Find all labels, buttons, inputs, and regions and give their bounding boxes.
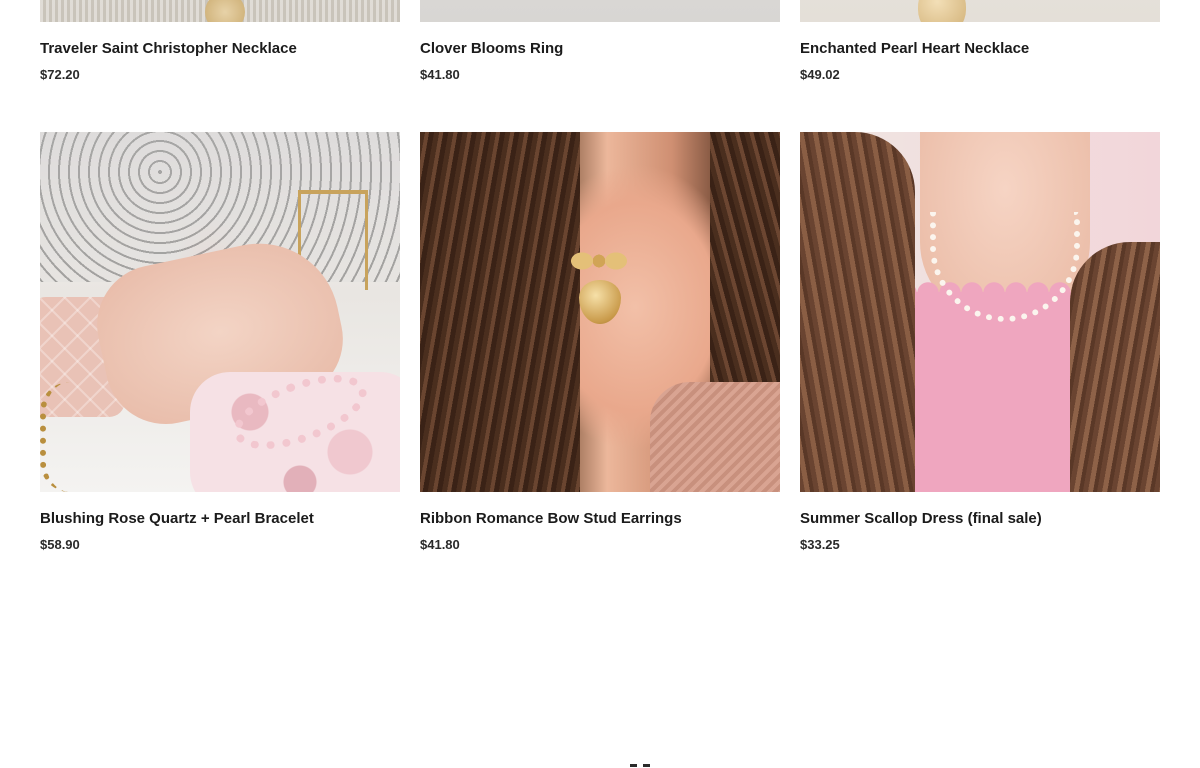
product-title[interactable]: Traveler Saint Christopher Necklace xyxy=(40,40,400,58)
model-sweater xyxy=(650,382,780,492)
product-image[interactable] xyxy=(420,132,780,492)
pagination-dot[interactable] xyxy=(630,764,637,767)
heart-pendant xyxy=(918,0,966,22)
product-image[interactable] xyxy=(40,0,400,22)
product-card[interactable]: Clover Blooms Ring $41.80 xyxy=(420,0,780,83)
product-image[interactable] xyxy=(800,132,1160,492)
product-price: $49.02 xyxy=(800,67,840,82)
pagination-dots[interactable] xyxy=(630,764,650,767)
product-grid-bottom-row: Blushing Rose Quartz + Pearl Bracelet $5… xyxy=(40,132,1160,553)
bag-chain xyxy=(40,382,110,492)
pagination-dot[interactable] xyxy=(643,764,650,767)
product-price: $72.20 xyxy=(40,67,80,82)
necklace-pendant xyxy=(205,0,245,22)
bow-earring xyxy=(568,244,630,278)
product-title[interactable]: Enchanted Pearl Heart Necklace xyxy=(800,40,1160,58)
product-grid-top-row: Traveler Saint Christopher Necklace $72.… xyxy=(40,0,1160,83)
product-title[interactable]: Summer Scallop Dress (final sale) xyxy=(800,510,1160,528)
product-title[interactable]: Blushing Rose Quartz + Pearl Bracelet xyxy=(40,510,400,528)
product-image[interactable] xyxy=(800,0,1160,22)
product-price: $58.90 xyxy=(40,537,80,552)
model-hair xyxy=(420,132,580,492)
product-card[interactable]: Traveler Saint Christopher Necklace $72.… xyxy=(40,0,400,83)
product-title[interactable]: Clover Blooms Ring xyxy=(420,40,780,58)
heart-charm xyxy=(579,280,621,324)
product-card[interactable]: Ribbon Romance Bow Stud Earrings $41.80 xyxy=(420,132,780,553)
model-hair xyxy=(800,132,915,492)
product-card[interactable]: Blushing Rose Quartz + Pearl Bracelet $5… xyxy=(40,132,400,553)
product-title[interactable]: Ribbon Romance Bow Stud Earrings xyxy=(420,510,780,528)
product-grid-page: Traveler Saint Christopher Necklace $72.… xyxy=(0,0,1200,768)
product-price: $41.80 xyxy=(420,67,460,82)
product-card[interactable]: Enchanted Pearl Heart Necklace $49.02 xyxy=(800,0,1160,83)
product-price: $33.25 xyxy=(800,537,840,552)
product-price: $41.80 xyxy=(420,537,460,552)
product-image[interactable] xyxy=(40,132,400,492)
model-hair xyxy=(1070,242,1160,492)
product-card[interactable]: Summer Scallop Dress (final sale) $33.25 xyxy=(800,132,1160,553)
product-image[interactable] xyxy=(420,0,780,22)
